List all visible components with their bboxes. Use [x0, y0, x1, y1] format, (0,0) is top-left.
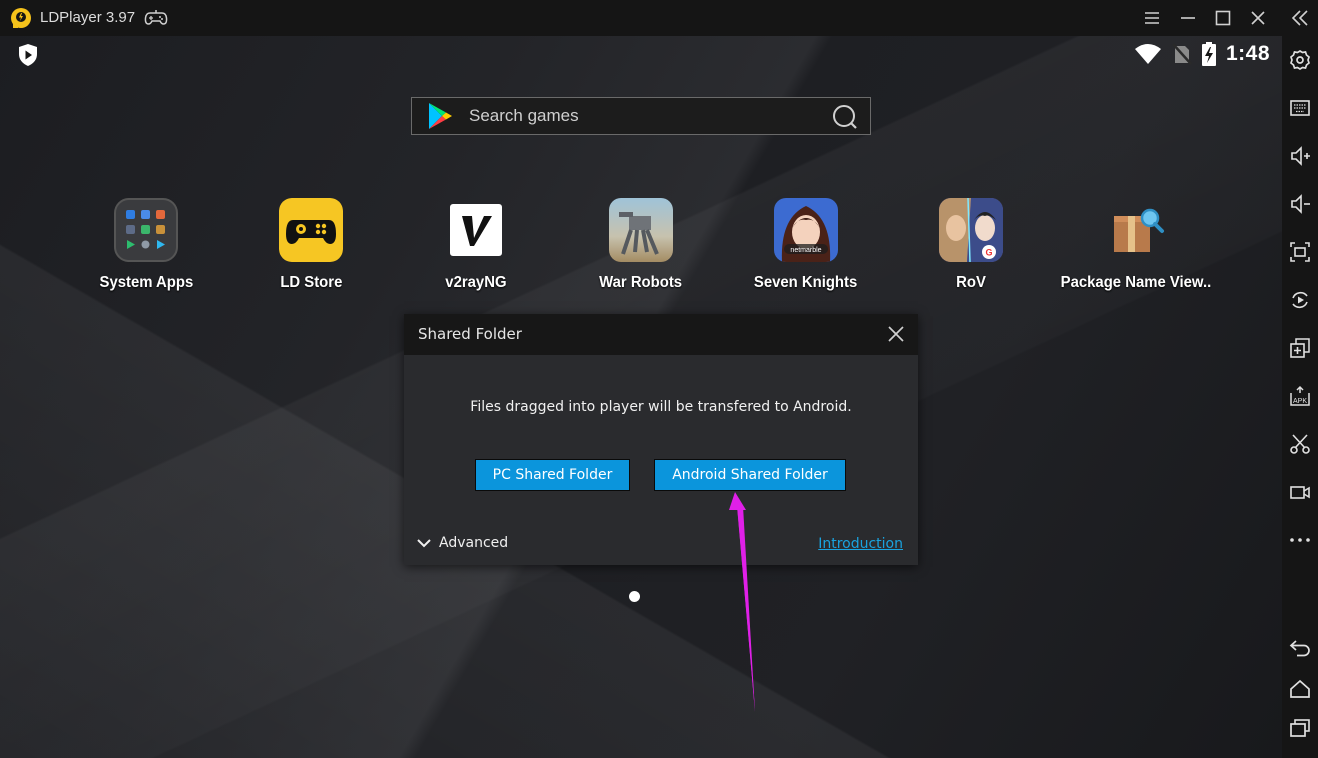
status-bar: 1:48: [1134, 42, 1270, 66]
volume-up-button[interactable]: [1288, 144, 1312, 168]
video-camera-icon: [1290, 486, 1310, 499]
no-sim-icon: [1172, 43, 1192, 65]
home-button[interactable]: [1288, 677, 1312, 701]
app-system-apps[interactable]: System Apps: [61, 198, 231, 292]
volume-down-icon: [1291, 194, 1310, 214]
app-war-robots[interactable]: War Robots: [556, 198, 726, 292]
dialog-close-icon[interactable]: [886, 324, 906, 344]
app-label: RoV: [956, 274, 986, 291]
screenshot-button[interactable]: [1288, 432, 1312, 456]
app-rov[interactable]: G RoV: [886, 198, 1056, 292]
collapse-sidebar-button[interactable]: [1288, 6, 1312, 30]
chevron-down-icon: [417, 539, 431, 548]
minimize-button[interactable]: [1176, 6, 1200, 30]
search-placeholder: Search games: [469, 106, 579, 125]
back-button[interactable]: [1288, 636, 1312, 660]
app-label: System Apps: [99, 274, 193, 291]
package-name-viewer-icon: [1114, 208, 1164, 252]
keyboard-icon: [1290, 100, 1310, 116]
shield-play-icon[interactable]: [17, 43, 39, 67]
fullscreen-button[interactable]: [1288, 240, 1312, 264]
app-v2rayng[interactable]: v2rayNG: [391, 198, 561, 292]
operation-record-button[interactable]: [1288, 288, 1312, 312]
android-shared-folder-button[interactable]: Android Shared Folder: [654, 459, 846, 491]
seven-knights-icon: netmarble: [774, 198, 838, 262]
app-grid: System Apps LD Store v2rayNG War Robots …: [0, 198, 1282, 298]
recent-apps-button[interactable]: [1288, 716, 1312, 740]
app-label: Seven Knights: [754, 274, 858, 291]
wifi-icon: [1134, 44, 1161, 64]
app-seven-knights[interactable]: netmarble Seven Knights: [721, 198, 891, 292]
advanced-toggle[interactable]: Advanced: [417, 535, 508, 551]
rov-icon: G: [939, 198, 1003, 262]
hamburger-icon: [1145, 12, 1159, 24]
shared-folder-dialog: Shared Folder Files dragged into player …: [404, 314, 918, 565]
more-dots-icon: [1290, 538, 1310, 542]
system-apps-folder-icon: [114, 198, 178, 262]
page-indicator-dot: [629, 591, 640, 602]
app-label: War Robots: [599, 274, 683, 291]
volume-down-button[interactable]: [1288, 192, 1312, 216]
minimize-icon: [1181, 17, 1195, 19]
home-icon: [1290, 679, 1310, 698]
back-icon: [1289, 640, 1310, 657]
war-robots-icon: [609, 198, 673, 262]
svg-text:netmarble: netmarble: [790, 247, 821, 254]
gear-icon: [1290, 50, 1310, 70]
double-chevron-left-icon: [1291, 10, 1308, 26]
keyboard-button[interactable]: [1288, 96, 1312, 120]
app-label: v2rayNG: [445, 274, 507, 291]
introduction-link[interactable]: Introduction: [818, 536, 903, 552]
close-button[interactable]: [1246, 6, 1270, 30]
search-icon[interactable]: [832, 104, 858, 130]
dialog-title: Shared Folder: [418, 325, 522, 343]
close-icon: [1251, 11, 1265, 25]
app-title: LDPlayer 3.97: [40, 9, 136, 26]
app-ld-store[interactable]: LD Store: [226, 198, 396, 292]
title-bar: LDPlayer 3.97: [0, 0, 1318, 36]
sync-play-icon: [1292, 291, 1308, 309]
multi-instance-button[interactable]: [1288, 336, 1312, 360]
fullscreen-icon: [1290, 242, 1310, 262]
dialog-message: Files dragged into player will be transf…: [470, 399, 852, 415]
install-apk-button[interactable]: APK: [1288, 384, 1312, 408]
maximize-button[interactable]: [1211, 6, 1235, 30]
clock: 1:48: [1225, 42, 1270, 65]
add-window-icon: [1290, 338, 1310, 358]
dialog-header: Shared Folder: [404, 314, 918, 355]
scissors-icon: [1290, 434, 1310, 454]
google-play-icon: [429, 103, 452, 129]
ld-store-icon: [279, 198, 343, 262]
record-video-button[interactable]: [1288, 480, 1312, 504]
svg-text:APK: APK: [1293, 398, 1307, 405]
app-package-name-viewer[interactable]: Package Name View..: [1051, 198, 1221, 292]
svg-text:G: G: [985, 248, 992, 258]
gamepad-icon[interactable]: [144, 9, 168, 27]
volume-up-icon: [1291, 146, 1310, 166]
battery-charging-icon: [1201, 42, 1216, 66]
advanced-label: Advanced: [439, 535, 509, 551]
maximize-icon: [1215, 10, 1231, 26]
pc-shared-folder-button[interactable]: PC Shared Folder: [475, 459, 630, 491]
v2rayng-icon: [450, 204, 502, 256]
menu-button[interactable]: [1140, 6, 1164, 30]
recent-apps-icon: [1290, 719, 1310, 737]
right-toolbar: APK: [1282, 0, 1318, 758]
ldplayer-logo-icon: [11, 8, 31, 28]
settings-button[interactable]: [1288, 48, 1312, 72]
search-games-bar[interactable]: Search games: [411, 97, 871, 135]
more-button[interactable]: [1288, 528, 1312, 552]
app-label: Package Name View..: [1060, 274, 1212, 291]
app-label: LD Store: [279, 274, 342, 291]
apk-install-icon: APK: [1290, 385, 1310, 406]
